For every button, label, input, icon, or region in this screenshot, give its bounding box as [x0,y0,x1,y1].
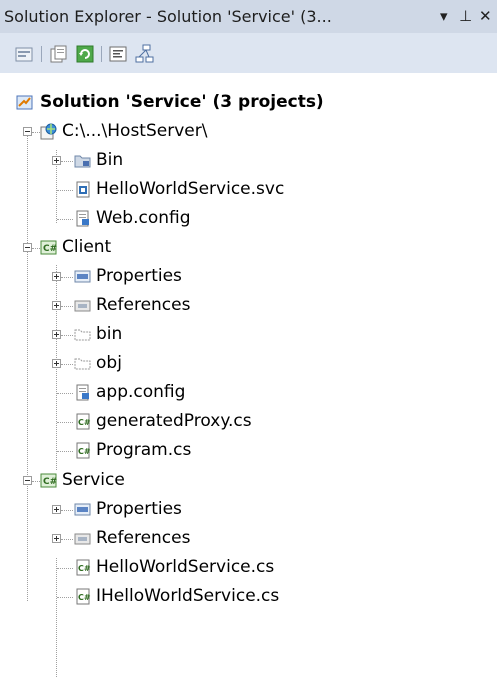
expand-icon[interactable] [52,301,61,310]
tree-item-label: HelloWorldService.cs [96,557,275,577]
tree-item-service-project[interactable]: C# Service [0,466,497,495]
collapse-icon[interactable] [23,127,32,136]
tree-item-label: Client [62,237,112,257]
tree-item-label: Properties [96,499,182,519]
references-icon [74,297,91,314]
tree-item-app-config[interactable]: app.config [0,378,497,407]
close-icon[interactable]: ✕ [479,6,492,26]
tree-item-label: Service [62,470,125,490]
tree-item-label: bin [96,324,123,344]
csharp-file-icon: C# [74,442,91,459]
solution-icon [16,94,33,111]
expand-icon[interactable] [52,330,61,339]
expand-icon[interactable] [52,359,61,368]
tree-item-label: C:\...\HostServer\ [62,121,208,141]
properties-folder-icon [74,268,91,285]
toolbar-separator [41,46,42,62]
solution-label: Solution 'Service' (3 projects) [40,92,324,112]
folder-icon [74,326,91,343]
csharp-project-icon: C# [40,239,57,256]
tree-item-label: obj [96,353,122,373]
solution-tree: Solution 'Service' (3 projects) C:\...\H… [0,73,497,677]
properties-folder-icon [74,501,91,518]
references-icon [74,530,91,547]
window-title: Solution Explorer - Solution 'Service' (… [4,7,332,26]
tree-item-helloworldservice-cs[interactable]: C# HelloWorldService.cs [0,553,497,582]
tree-item-references[interactable]: References [0,291,497,320]
class-diagram-icon[interactable] [134,44,154,64]
tree-item-bin-folder[interactable]: Bin [0,146,497,175]
svc-file-icon [74,181,91,198]
properties-icon[interactable] [14,44,34,64]
tree-item-label: generatedProxy.cs [96,411,252,431]
tree-item-solution[interactable]: Solution 'Service' (3 projects) [0,88,497,117]
tree-item-label: app.config [96,382,186,402]
svg-text:C#: C# [78,418,91,427]
website-globe-icon [40,123,57,140]
svg-text:C#: C# [43,244,57,254]
csharp-file-icon: C# [74,413,91,430]
tree-item-properties[interactable]: Properties [0,262,497,291]
tree-item-label: Program.cs [96,440,192,460]
refresh-icon[interactable] [75,44,95,64]
tree-item-program-cs[interactable]: C# Program.cs [0,436,497,465]
tree-item-client-project[interactable]: C# Client [0,233,497,262]
expand-icon[interactable] [52,505,61,514]
tree-item-label: References [96,528,191,548]
tree-item-web-config[interactable]: Web.config [0,204,497,233]
show-all-files-icon[interactable] [48,44,68,64]
expand-icon[interactable] [52,272,61,281]
dropdown-icon[interactable]: ▾ [440,6,448,26]
folder-icon [74,355,91,372]
view-code-icon[interactable] [108,44,128,64]
svg-text:C#: C# [78,593,91,602]
tree-item-label: Web.config [96,208,191,228]
config-file-icon [74,210,91,227]
tree-item-ihelloworldservice-cs[interactable]: C# IHelloWorldService.cs [0,582,497,611]
tree-item-references[interactable]: References [0,524,497,553]
tree-item-label: IHelloWorldService.cs [96,586,280,606]
toolbar [0,33,497,73]
tree-item-bin-folder[interactable]: bin [0,320,497,349]
svg-text:C#: C# [78,447,91,456]
title-bar: Solution Explorer - Solution 'Service' (… [0,0,497,33]
csharp-file-icon: C# [74,559,91,576]
collapse-icon[interactable] [23,243,32,252]
tree-item-obj-folder[interactable]: obj [0,349,497,378]
tree-item-generated-proxy[interactable]: C# generatedProxy.cs [0,407,497,436]
svg-text:C#: C# [43,477,57,487]
collapse-icon[interactable] [23,476,32,485]
config-file-icon [74,384,91,401]
expand-icon[interactable] [52,156,61,165]
csharp-file-icon: C# [74,588,91,605]
svg-text:C#: C# [78,564,91,573]
tree-item-label: References [96,295,191,315]
tree-item-hostserver[interactable]: C:\...\HostServer\ [0,117,497,146]
tree-item-svc-file[interactable]: HelloWorldService.svc [0,175,497,204]
pin-icon[interactable]: ⊥ [459,6,472,26]
toolbar-separator [101,46,102,62]
csharp-project-icon: C# [40,472,57,489]
tree-item-properties[interactable]: Properties [0,495,497,524]
tree-item-label: HelloWorldService.svc [96,179,285,199]
tree-item-label: Properties [96,266,182,286]
tree-item-label: Bin [96,150,124,170]
expand-icon[interactable] [52,534,61,543]
folder-references-icon [74,152,91,169]
